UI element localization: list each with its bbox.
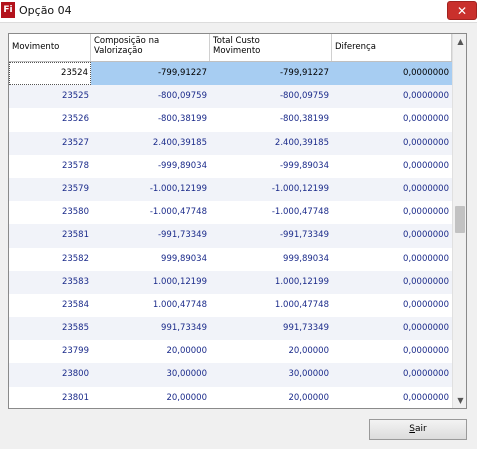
cell-total-custo[interactable]: -1.000,47748 — [210, 201, 332, 224]
cell-composicao[interactable]: 2.400,39185 — [91, 132, 210, 155]
vertical-scrollbar[interactable]: ▲ ▼ — [452, 34, 466, 408]
cell-total-custo[interactable]: -800,38199 — [210, 108, 332, 131]
cell-diferenca[interactable]: 0,0000000 — [332, 108, 452, 131]
cell-composicao[interactable]: 20,00000 — [91, 387, 210, 408]
cell-movimento[interactable]: 23800 — [9, 363, 91, 386]
cell-total-custo[interactable]: 2.400,39185 — [210, 132, 332, 155]
cell-composicao[interactable]: 1.000,47748 — [91, 294, 210, 317]
cell-movimento[interactable]: 23585 — [9, 317, 91, 340]
cell-total-custo[interactable]: 991,73349 — [210, 317, 332, 340]
cell-diferenca[interactable]: 0,0000000 — [332, 178, 452, 201]
table-row[interactable]: 23581 -991,73349 -991,73349 0,0000000 — [9, 224, 452, 248]
table-row[interactable]: 23799 20,00000 20,00000 0,0000000 — [9, 340, 452, 363]
grid-rows: 23524 -799,91227 -799,91227 0,0000000 23525-… — [9, 62, 452, 408]
cell-composicao[interactable]: 20,00000 — [91, 340, 210, 363]
table-row[interactable]: 23580 -1.000,47748 -1.000,47748 0,0000000 — [9, 201, 452, 224]
cell-diferenca[interactable]: 0,0000000 — [332, 363, 452, 386]
cell-movimento[interactable]: 23801 — [9, 387, 91, 408]
column-header-movimento[interactable]: Movimento — [9, 34, 91, 61]
cell-movimento[interactable]: 23526 — [9, 108, 91, 131]
cell-diferenca[interactable]: 0,0000000 — [332, 271, 452, 294]
cell-total-custo[interactable]: 999,89034 — [210, 248, 332, 271]
table-row[interactable]: 23526 -800,38199 -800,38199 0,0000000 — [9, 108, 452, 131]
cell-composicao[interactable]: -1.000,47748 — [91, 201, 210, 224]
cell-movimento[interactable]: 23584 — [9, 294, 91, 317]
table-row[interactable]: 23524 -799,91227 -799,91227 0,0000000 — [9, 62, 452, 86]
scroll-up-icon[interactable]: ▲ — [453, 34, 466, 49]
column-header-composicao[interactable]: Composição na Valorização — [91, 34, 210, 61]
cell-diferenca[interactable]: 0,0000000 — [332, 155, 452, 178]
cell-movimento[interactable]: 23583 — [9, 271, 91, 294]
cell-movimento[interactable]: 23579 — [9, 178, 91, 201]
cell-movimento[interactable]: 23527 — [9, 132, 91, 155]
cell-diferenca[interactable]: 0,0000000 — [332, 294, 452, 317]
scroll-down-icon[interactable]: ▼ — [453, 393, 466, 408]
table-row[interactable]: 23801 20,00000 20,00000 0,0000000 — [9, 387, 452, 408]
table-row[interactable]: 23585 991,73349 991,73349 0,0000000 — [9, 317, 452, 341]
fi-logo-icon: Fi — [1, 2, 15, 18]
column-header-total-custo[interactable]: Total Custo Movimento — [210, 34, 332, 61]
cell-total-custo[interactable]: 1.000,12199 — [210, 271, 332, 294]
cell-composicao[interactable]: -991,73349 — [91, 224, 210, 247]
cell-total-custo[interactable]: 20,00000 — [210, 340, 332, 363]
cell-composicao[interactable]: -800,38199 — [91, 108, 210, 131]
cell-diferenca[interactable]: 0,0000000 — [332, 85, 452, 108]
cell-diferenca[interactable]: 0,0000000 — [332, 387, 452, 408]
cell-diferenca[interactable]: 0,0000000 — [332, 317, 452, 340]
cell-total-custo[interactable]: -800,09759 — [210, 85, 332, 108]
scroll-thumb[interactable] — [455, 206, 465, 233]
cell-movimento[interactable]: 23578 — [9, 155, 91, 178]
table-row[interactable]: 23582 999,89034 999,89034 0,0000000 — [9, 248, 452, 271]
cell-diferenca[interactable]: 0,0000000 — [332, 201, 452, 224]
cell-total-custo[interactable]: 20,00000 — [210, 387, 332, 408]
cell-total-custo[interactable]: 30,00000 — [210, 363, 332, 386]
cell-composicao[interactable]: -799,91227 — [91, 62, 210, 85]
cell-composicao[interactable]: -999,89034 — [91, 155, 210, 178]
table-row[interactable]: 23578 -999,89034 -999,89034 0,0000000 — [9, 155, 452, 178]
cell-composicao[interactable]: -1.000,12199 — [91, 178, 210, 201]
cell-diferenca[interactable]: 0,0000000 — [332, 132, 452, 155]
cell-movimento[interactable]: 23582 — [9, 248, 91, 271]
cell-total-custo[interactable]: -991,73349 — [210, 224, 332, 247]
cell-diferenca[interactable]: 0,0000000 — [332, 248, 452, 271]
title-bar: Fi Opção 04 ✕ — [0, 0, 477, 23]
cell-diferenca[interactable]: 0,0000000 — [332, 340, 452, 363]
cell-movimento[interactable]: 23580 — [9, 201, 91, 224]
sair-button[interactable]: Sair — [369, 419, 467, 440]
cell-movimento[interactable]: 23524 — [9, 62, 91, 86]
cell-composicao[interactable]: 991,73349 — [91, 317, 210, 340]
sair-label-rest: air — [415, 424, 427, 434]
cell-total-custo[interactable]: -1.000,12199 — [210, 178, 332, 201]
cell-diferenca[interactable]: 0,0000000 — [332, 62, 452, 85]
table-row[interactable]: 23800 30,00000 30,00000 0,0000000 — [9, 363, 452, 387]
cell-diferenca[interactable]: 0,0000000 — [332, 224, 452, 247]
cell-composicao[interactable]: 1.000,12199 — [91, 271, 210, 294]
table-row[interactable]: 23583 1.000,12199 1.000,12199 0,0000000 — [9, 270, 452, 294]
data-grid[interactable]: Movimento Composição na Valorização Tota… — [8, 33, 467, 409]
cell-movimento[interactable]: 23525 — [9, 85, 91, 108]
grid-header: Movimento Composição na Valorização Tota… — [9, 34, 452, 62]
table-row[interactable]: 23525 -800,09759 -800,09759 0,0000000 — [9, 85, 452, 109]
cell-composicao[interactable]: 999,89034 — [91, 248, 210, 271]
cell-total-custo[interactable]: 1.000,47748 — [210, 294, 332, 317]
close-icon: ✕ — [456, 4, 468, 18]
column-header-diferenca[interactable]: Diferença — [332, 34, 452, 61]
table-row[interactable]: 23527 2.400,39185 2.400,39185 0,0000000 — [9, 131, 452, 155]
cell-composicao[interactable]: 30,00000 — [91, 363, 210, 386]
cell-movimento[interactable]: 23799 — [9, 340, 91, 363]
table-row[interactable]: 23584 1.000,47748 1.000,47748 0,0000000 — [9, 294, 452, 317]
cell-total-custo[interactable]: -999,89034 — [210, 155, 332, 178]
close-button[interactable]: ✕ — [447, 1, 477, 20]
cell-total-custo[interactable]: -799,91227 — [210, 62, 332, 85]
window-title: Opção 04 — [19, 4, 72, 17]
cell-composicao[interactable]: -800,09759 — [91, 85, 210, 108]
table-row[interactable]: 23579 -1.000,12199 -1.000,12199 0,0000000 — [9, 177, 452, 202]
cell-movimento[interactable]: 23581 — [9, 224, 91, 247]
